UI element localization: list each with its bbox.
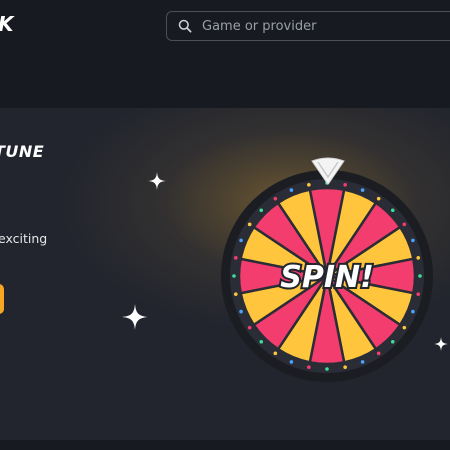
banner-cta-button[interactable] (0, 284, 4, 314)
sparkle-icon (148, 172, 166, 190)
spin-button[interactable]: SPIN! (278, 258, 376, 297)
wheel-light (418, 274, 422, 278)
fortune-wheel[interactable]: SPIN! (221, 170, 433, 382)
top-bar: K (0, 0, 450, 108)
wheel-light (239, 238, 243, 243)
search-box[interactable] (166, 11, 450, 41)
wheel-light (402, 325, 407, 330)
sparkle-icon (434, 337, 448, 351)
wheel-light (239, 309, 243, 314)
wheel-light (411, 238, 415, 243)
search-input[interactable] (200, 17, 444, 35)
wheel-light (289, 188, 294, 192)
wheel-light (247, 325, 252, 330)
wheel-light (416, 256, 421, 260)
wheel-light (360, 188, 365, 192)
wheel-light (376, 196, 381, 201)
wheel-light (247, 222, 252, 227)
wheel-light (273, 196, 278, 201)
wheel-light (232, 274, 236, 278)
wheel-light (390, 208, 395, 213)
wheel-light (325, 367, 329, 371)
wheel-light (233, 292, 238, 296)
wheel-light (273, 351, 278, 356)
wheel-light (233, 256, 238, 260)
wheel-pointer-icon (311, 157, 345, 185)
banner-title: TUNE (0, 142, 45, 161)
search-icon (178, 19, 192, 33)
wheel-light (376, 351, 381, 356)
wheel-light (360, 360, 365, 364)
bottom-strip (0, 440, 450, 450)
wheel-light (259, 339, 264, 344)
wheel-light (390, 339, 395, 344)
sparkle-icon (122, 304, 148, 330)
wheel-light (416, 292, 421, 296)
wheel-light (343, 365, 347, 370)
wheel-light (289, 360, 294, 364)
wheel-light (259, 208, 264, 213)
logo[interactable]: K (0, 12, 14, 36)
wheel-light (411, 309, 415, 314)
wheel-light (402, 222, 407, 227)
banner-description: exciting (0, 231, 48, 246)
wheel-light (307, 365, 311, 370)
